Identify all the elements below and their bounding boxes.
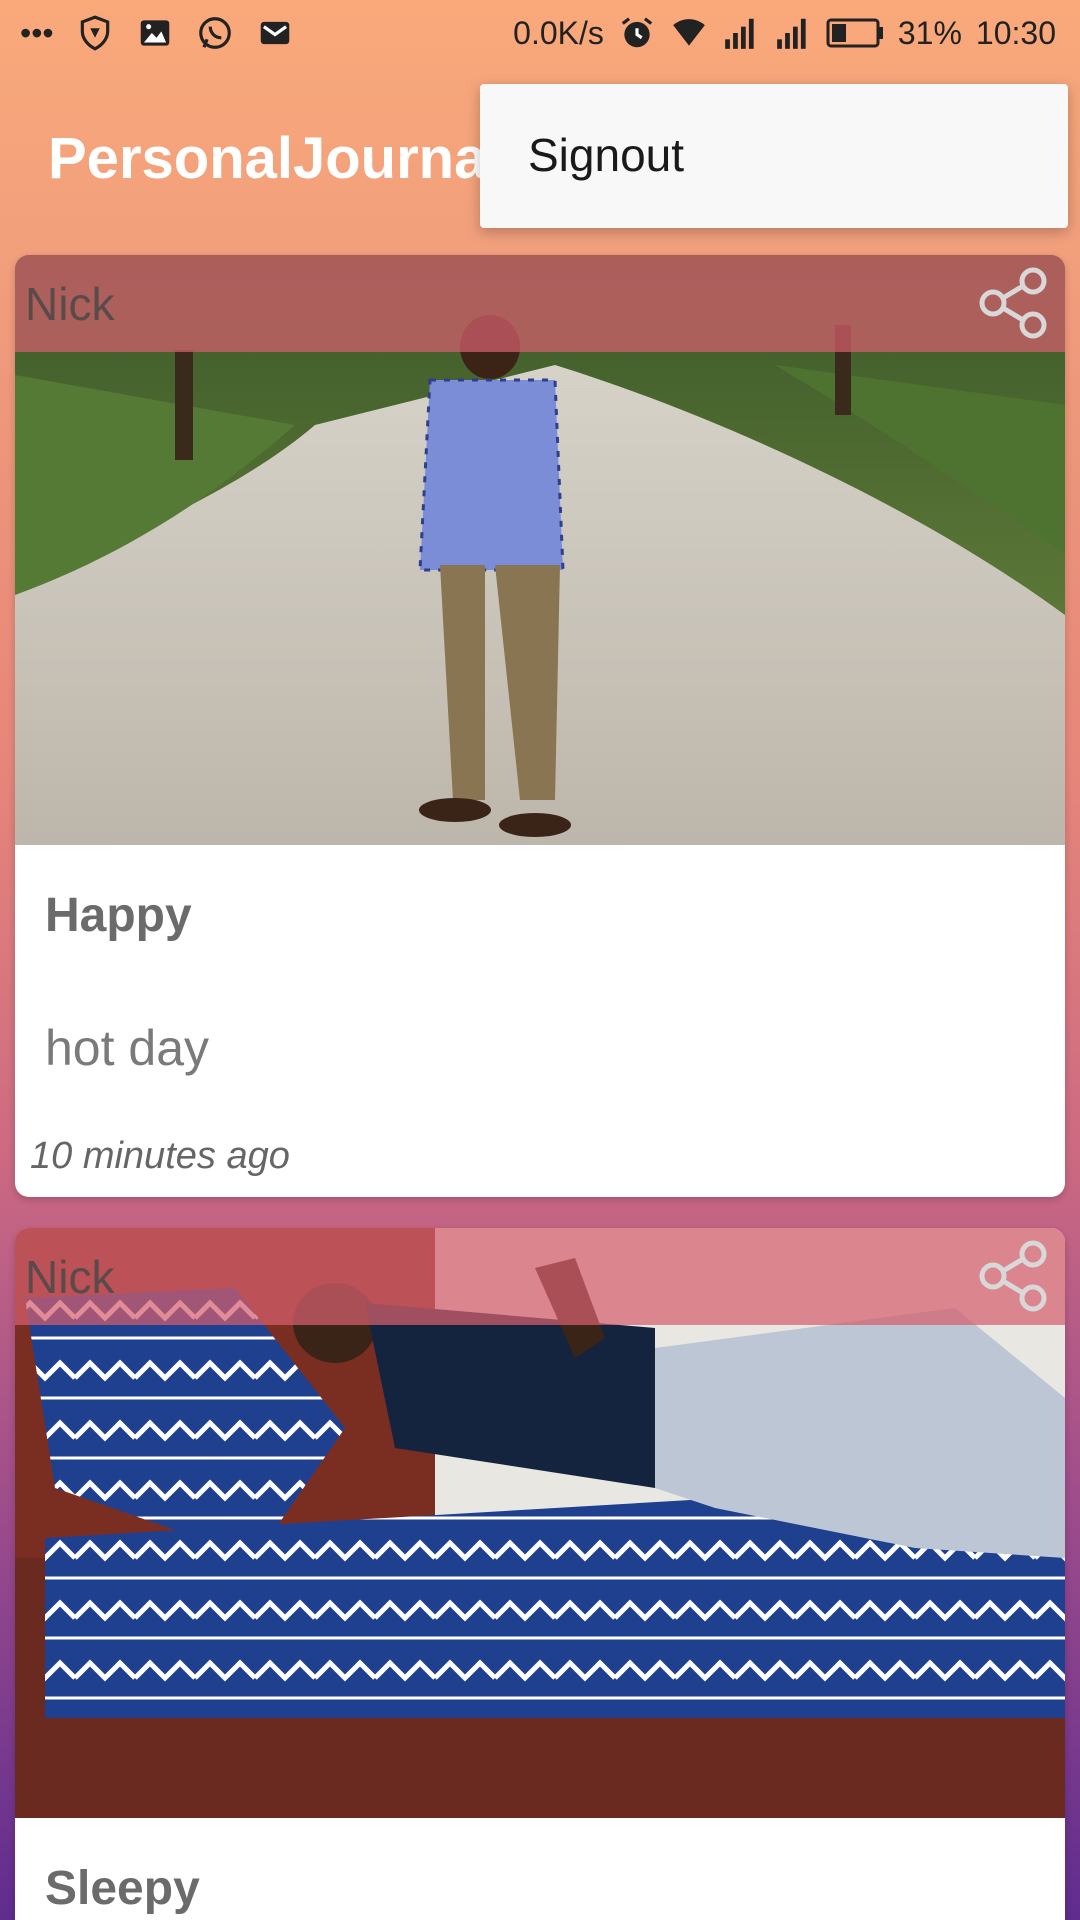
overflow-menu: Signout [480,84,1068,228]
journal-entry-card[interactable]: Nick Happy hot day 10 minutes ago [15,255,1065,1197]
image-icon [140,20,169,46]
entry-header-2: Nick [15,1228,1065,1325]
entry-header: Nick [15,255,1065,352]
entry-timestamp: 10 minutes ago [30,1135,290,1177]
whatsapp-icon [198,17,231,49]
journal-entry-card-2[interactable]: Nick Sleepy [15,1228,1065,1920]
entry-body: hot day [45,1020,210,1076]
signal-icon-2 [777,18,806,49]
battery-level: 31% [897,14,962,51]
status-bar-left: ••• [20,14,294,52]
status-bar: ••• 0.0K/s 31% 10:30 [0,0,1080,75]
alarm-icon [621,17,653,48]
wifi-icon [673,19,705,46]
clock: 10:30 [975,14,1056,51]
app-title: PersonalJournal [48,126,503,191]
entry-title-2: Sleepy [45,1862,200,1915]
signal-icon [725,18,754,49]
entry-title: Happy [45,889,192,942]
share-icon-2[interactable] [975,1238,1051,1314]
mail-icon [260,21,289,45]
screen: ••• 0.0K/s 31% 10:30 PersonalJournal Sig… [0,0,1080,1920]
menu-item-signout[interactable]: Signout [528,128,684,182]
entry-author-2: Nick [25,1251,115,1303]
battery-icon [826,18,883,48]
shield-icon [80,15,109,51]
share-icon[interactable] [975,265,1051,341]
network-speed: 0.0K/s [513,14,604,51]
status-bar-right: 0.0K/s 31% 10:30 [513,14,1056,52]
more-notifications-icon: ••• [20,14,54,51]
entry-author: Nick [25,278,115,330]
